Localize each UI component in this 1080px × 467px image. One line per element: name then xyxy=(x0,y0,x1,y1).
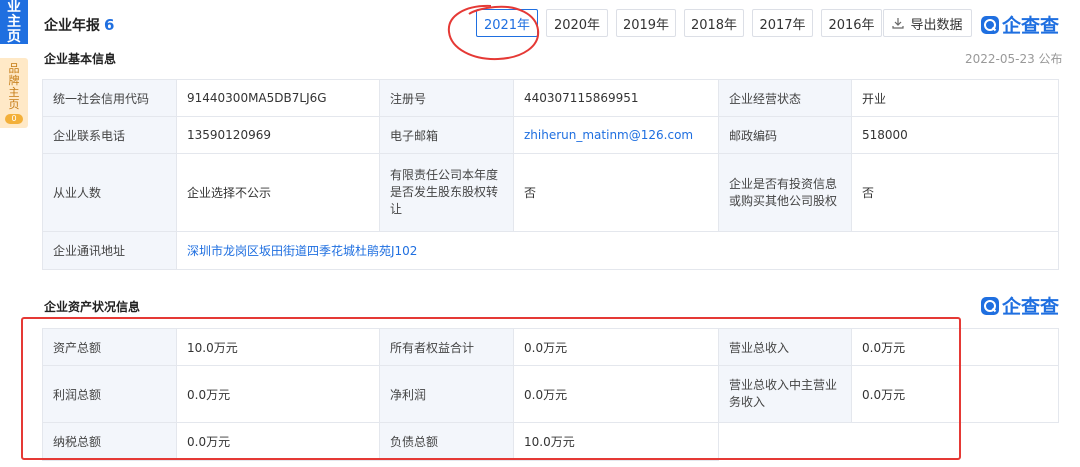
field-value: 0.0万元 xyxy=(513,365,719,423)
basic-info-table: 统一社会信用代码 91440300MA5DB7LJ6G 注册号 44030711… xyxy=(42,79,1059,270)
field-value: 否 xyxy=(513,153,719,232)
field-label: 营业总收入 xyxy=(718,328,852,366)
field-label: 邮政编码 xyxy=(718,116,852,154)
empty-cell xyxy=(852,423,1059,461)
table-row: 资产总额 10.0万元 所有者权益合计 0.0万元 营业总收入 0.0万元 xyxy=(42,328,1059,366)
table-row: 统一社会信用代码 91440300MA5DB7LJ6G 注册号 44030711… xyxy=(42,79,1059,117)
qichacha-logo-icon xyxy=(981,296,999,315)
field-value: 0.0万元 xyxy=(851,365,1059,423)
qichacha-logo-icon xyxy=(981,15,999,34)
field-value: 0.0万元 xyxy=(176,365,380,423)
export-data-button[interactable]: 导出数据 xyxy=(883,9,972,37)
field-label: 有限责任公司本年度是否发生股东股权转让 xyxy=(379,153,514,232)
field-value: 0.0万元 xyxy=(176,422,380,461)
brand-name: 企查查 xyxy=(1002,296,1060,318)
field-value: 518000 xyxy=(851,116,1059,154)
annual-report-count: 6 xyxy=(104,16,115,34)
field-label: 企业通讯地址 xyxy=(42,231,177,270)
year-tab-2018[interactable]: 2018年 xyxy=(684,9,744,37)
field-value: 企业选择不公示 xyxy=(176,153,380,232)
empty-cell xyxy=(719,423,852,461)
email-link[interactable]: zhiherun_matinm@126.com xyxy=(513,116,719,154)
field-value: 否 xyxy=(851,153,1059,232)
field-label: 利润总额 xyxy=(42,365,177,423)
field-value: 0.0万元 xyxy=(513,328,719,366)
field-label: 负债总额 xyxy=(379,422,514,461)
field-label: 所有者权益合计 xyxy=(379,328,514,366)
field-value: 0.0万元 xyxy=(851,328,1059,366)
table-row: 企业联系电话 13590120969 电子邮箱 zhiherun_matinm@… xyxy=(42,116,1059,154)
field-label: 企业是否有投资信息或购买其他公司股权 xyxy=(718,153,852,232)
basic-info-title: 企业基本信息 xyxy=(44,52,117,66)
field-label: 企业联系电话 xyxy=(42,116,177,154)
field-label: 营业总收入中主营业务收入 xyxy=(718,365,852,423)
table-row: 企业通讯地址 深圳市龙岗区坂田街道四季花城杜鹃苑J102 xyxy=(42,231,1059,270)
year-tab-2017[interactable]: 2017年 xyxy=(752,9,813,37)
table-row: 纳税总额 0.0万元 负债总额 10.0万元 xyxy=(42,422,1059,461)
field-label: 纳税总额 xyxy=(42,422,177,461)
export-data-label: 导出数据 xyxy=(910,17,963,33)
asset-info-table: 资产总额 10.0万元 所有者权益合计 0.0万元 营业总收入 0.0万元 利润… xyxy=(42,328,1059,461)
sidebar-tab-brand-badge: 0 xyxy=(5,114,23,124)
field-value: 440307115869951 xyxy=(513,79,719,117)
field-label: 净利润 xyxy=(379,365,514,423)
publish-date: 2022-05-23 公布 xyxy=(965,52,1063,66)
field-label: 统一社会信用代码 xyxy=(42,79,177,117)
field-label: 注册号 xyxy=(379,79,514,117)
sidebar-tab-main-label: 业 主 页 xyxy=(7,0,21,45)
brand-logo-assets: 企查查 xyxy=(980,292,1059,319)
field-label: 电子邮箱 xyxy=(379,116,514,154)
field-label: 企业经营状态 xyxy=(718,79,852,117)
annual-report-title-text: 企业年报 xyxy=(44,18,100,34)
sidebar-tab-brand[interactable]: 品 牌 主 页 0 xyxy=(0,58,28,128)
download-icon xyxy=(892,18,905,29)
sidebar-tab-brand-label: 品 牌 主 页 xyxy=(8,62,20,111)
sidebar-tab-main[interactable]: 业 主 页 xyxy=(0,0,28,45)
brand-name: 企查查 xyxy=(1002,15,1060,37)
brand-logo-header: 企查查 xyxy=(980,11,1059,38)
table-row: 利润总额 0.0万元 净利润 0.0万元 营业总收入中主营业务收入 0.0万元 xyxy=(42,365,1059,423)
annual-report-title: 企业年报 6 xyxy=(44,15,114,35)
table-row: 从业人数 企业选择不公示 有限责任公司本年度是否发生股东股权转让 否 企业是否有… xyxy=(42,153,1059,232)
year-tab-2016[interactable]: 2016年 xyxy=(821,9,882,37)
year-tab-2019[interactable]: 2019年 xyxy=(616,9,676,37)
field-value: 开业 xyxy=(851,79,1059,117)
field-label: 从业人数 xyxy=(42,153,177,232)
asset-info-title: 企业资产状况信息 xyxy=(44,300,141,314)
year-tab-2020[interactable]: 2020年 xyxy=(546,9,608,37)
field-label: 资产总额 xyxy=(42,328,177,366)
field-value: 10.0万元 xyxy=(513,422,719,461)
year-tab-2021[interactable]: 2021年 xyxy=(476,9,538,37)
year-tabs: 2021年 2020年 2019年 2018年 2017年 2016年 xyxy=(476,9,890,37)
address-link[interactable]: 深圳市龙岗区坂田街道四季花城杜鹃苑J102 xyxy=(176,231,1059,270)
field-value: 91440300MA5DB7LJ6G xyxy=(176,79,380,117)
field-value: 10.0万元 xyxy=(176,328,380,366)
field-value: 13590120969 xyxy=(176,116,380,154)
